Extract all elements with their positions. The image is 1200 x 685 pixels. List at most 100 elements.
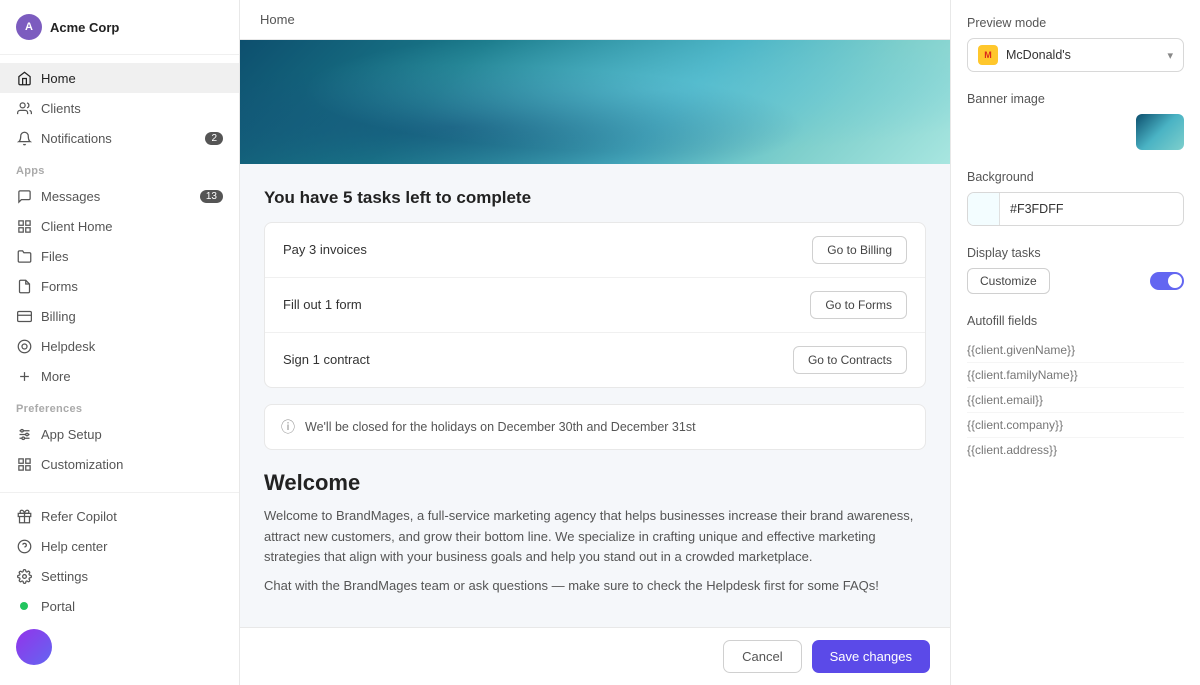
sidebar-item-forms[interactable]: Forms (0, 271, 239, 301)
banner-overlay (240, 40, 950, 164)
brand-header: A Acme Corp (0, 0, 239, 55)
sidebar-bottom: Refer Copilot Help center Settings Porta… (0, 492, 239, 685)
settings-icon (16, 568, 32, 584)
user-avatar[interactable] (16, 629, 52, 665)
sidebar-item-refer[interactable]: Refer Copilot (0, 501, 239, 531)
sidebar-item-help[interactable]: Help center (0, 531, 239, 561)
display-tasks-row: Display tasks Customize (967, 246, 1184, 294)
section-preferences: Preferences (0, 391, 239, 419)
info-icon: ⓘ (281, 417, 295, 437)
banner-image-row: Banner image (967, 92, 1184, 150)
task-btn-forms[interactable]: Go to Forms (810, 291, 907, 319)
welcome-paragraph-2: Chat with the BrandMages team or ask que… (264, 576, 926, 597)
folder-icon (16, 248, 32, 264)
notice-text: We'll be closed for the holidays on Dece… (305, 420, 696, 434)
sidebar-label-files: Files (41, 249, 223, 264)
sidebar-label-app-setup: App Setup (41, 427, 223, 442)
save-button[interactable]: Save changes (812, 640, 930, 673)
background-swatch (968, 193, 1000, 225)
section-apps: Apps (0, 153, 239, 181)
tasks-container: Pay 3 invoices Go to Billing Fill out 1 … (264, 222, 926, 388)
brand-name: Acme Corp (50, 20, 119, 35)
task-btn-billing[interactable]: Go to Billing (812, 236, 907, 264)
cancel-button[interactable]: Cancel (723, 640, 801, 673)
file-icon (16, 278, 32, 294)
background-value: #F3FDFF (1000, 202, 1073, 216)
sliders-icon (16, 426, 32, 442)
gift-icon (16, 508, 32, 524)
task-label-contracts: Sign 1 contract (283, 352, 370, 367)
sidebar-item-clients[interactable]: Clients (0, 93, 239, 123)
task-btn-contracts[interactable]: Go to Contracts (793, 346, 907, 374)
preview-mode-row: Preview mode M McDonald's ▾ (967, 16, 1184, 72)
sidebar-item-client-home[interactable]: Client Home (0, 211, 239, 241)
brand-icon: A (16, 14, 42, 40)
sidebar-label-billing: Billing (41, 309, 223, 324)
sidebar-label-clients: Clients (41, 101, 223, 116)
sidebar-label-help: Help center (41, 539, 223, 554)
sidebar-label-forms: Forms (41, 279, 223, 294)
sidebar-label-refer: Refer Copilot (41, 509, 223, 524)
tasks-title: You have 5 tasks left to complete (264, 188, 926, 208)
banner-image (240, 40, 950, 164)
page-content: You have 5 tasks left to complete Pay 3 … (240, 164, 950, 685)
welcome-title: Welcome (264, 470, 926, 496)
task-label-forms: Fill out 1 form (283, 297, 362, 312)
plus-icon (16, 368, 32, 384)
banner-image-label: Banner image (967, 92, 1184, 106)
sidebar-item-files[interactable]: Files (0, 241, 239, 271)
bell-icon (16, 130, 32, 146)
content-area: You have 5 tasks left to complete Pay 3 … (240, 40, 950, 685)
autofill-item-given-name: {{client.givenName}} (967, 338, 1184, 363)
sidebar-item-home[interactable]: Home (0, 63, 239, 93)
background-row: Background #F3FDFF (967, 170, 1184, 226)
sidebar: A Acme Corp Home Clients Notifications 2… (0, 0, 240, 685)
sidebar-item-portal[interactable]: Portal (0, 591, 239, 621)
preview-mode-select[interactable]: M McDonald's ▾ (967, 38, 1184, 72)
autofill-item-company: {{client.company}} (967, 413, 1184, 438)
notifications-badge: 2 (205, 132, 223, 145)
sidebar-item-messages[interactable]: Messages 13 (0, 181, 239, 211)
sidebar-item-billing[interactable]: Billing (0, 301, 239, 331)
sidebar-label-messages: Messages (41, 189, 191, 204)
autofill-item-email: {{client.email}} (967, 388, 1184, 413)
autofill-section: Autofill fields {{client.givenName}} {{c… (967, 314, 1184, 462)
grid-icon (16, 218, 32, 234)
display-tasks-toggle[interactable] (1150, 272, 1184, 290)
home-icon (16, 70, 32, 86)
sidebar-label-notifications: Notifications (41, 131, 196, 146)
customize-button[interactable]: Customize (967, 268, 1050, 294)
chevron-down-icon: ▾ (1167, 49, 1173, 62)
main-content: Home You have 5 tasks left to complete P… (240, 0, 950, 685)
right-panel: Preview mode M McDonald's ▾ Banner image… (950, 0, 1200, 685)
panel-content: Preview mode M McDonald's ▾ Banner image… (951, 0, 1200, 685)
banner-thumb-img (1136, 114, 1184, 150)
users-icon (16, 100, 32, 116)
task-row-contracts: Sign 1 contract Go to Contracts (265, 333, 925, 387)
sidebar-item-notifications[interactable]: Notifications 2 (0, 123, 239, 153)
sidebar-label-customization: Customization (41, 457, 223, 472)
banner-thumbnail[interactable] (1136, 114, 1184, 150)
sidebar-item-settings[interactable]: Settings (0, 561, 239, 591)
toggle-knob (1168, 274, 1182, 288)
preview-mode-label: Preview mode (967, 16, 1184, 30)
sidebar-item-helpdesk[interactable]: Helpdesk (0, 331, 239, 361)
sidebar-item-more[interactable]: More (0, 361, 239, 391)
sidebar-label-settings: Settings (41, 569, 223, 584)
mc-brand-icon: M (978, 45, 998, 65)
background-label: Background (967, 170, 1184, 184)
customization-icon (16, 456, 32, 472)
sidebar-label-client-home: Client Home (41, 219, 223, 234)
background-input[interactable]: #F3FDFF (967, 192, 1184, 226)
sidebar-item-customization[interactable]: Customization (0, 449, 239, 479)
notice-box: ⓘ We'll be closed for the holidays on De… (264, 404, 926, 450)
display-tasks-controls: Customize (967, 268, 1184, 294)
sidebar-item-app-setup[interactable]: App Setup (0, 419, 239, 449)
sidebar-label-more: More (41, 369, 223, 384)
autofill-label: Autofill fields (967, 314, 1184, 328)
message-icon (16, 188, 32, 204)
billing-icon (16, 308, 32, 324)
task-label-invoices: Pay 3 invoices (283, 242, 367, 257)
portal-icon (16, 598, 32, 614)
autofill-item-family-name: {{client.familyName}} (967, 363, 1184, 388)
